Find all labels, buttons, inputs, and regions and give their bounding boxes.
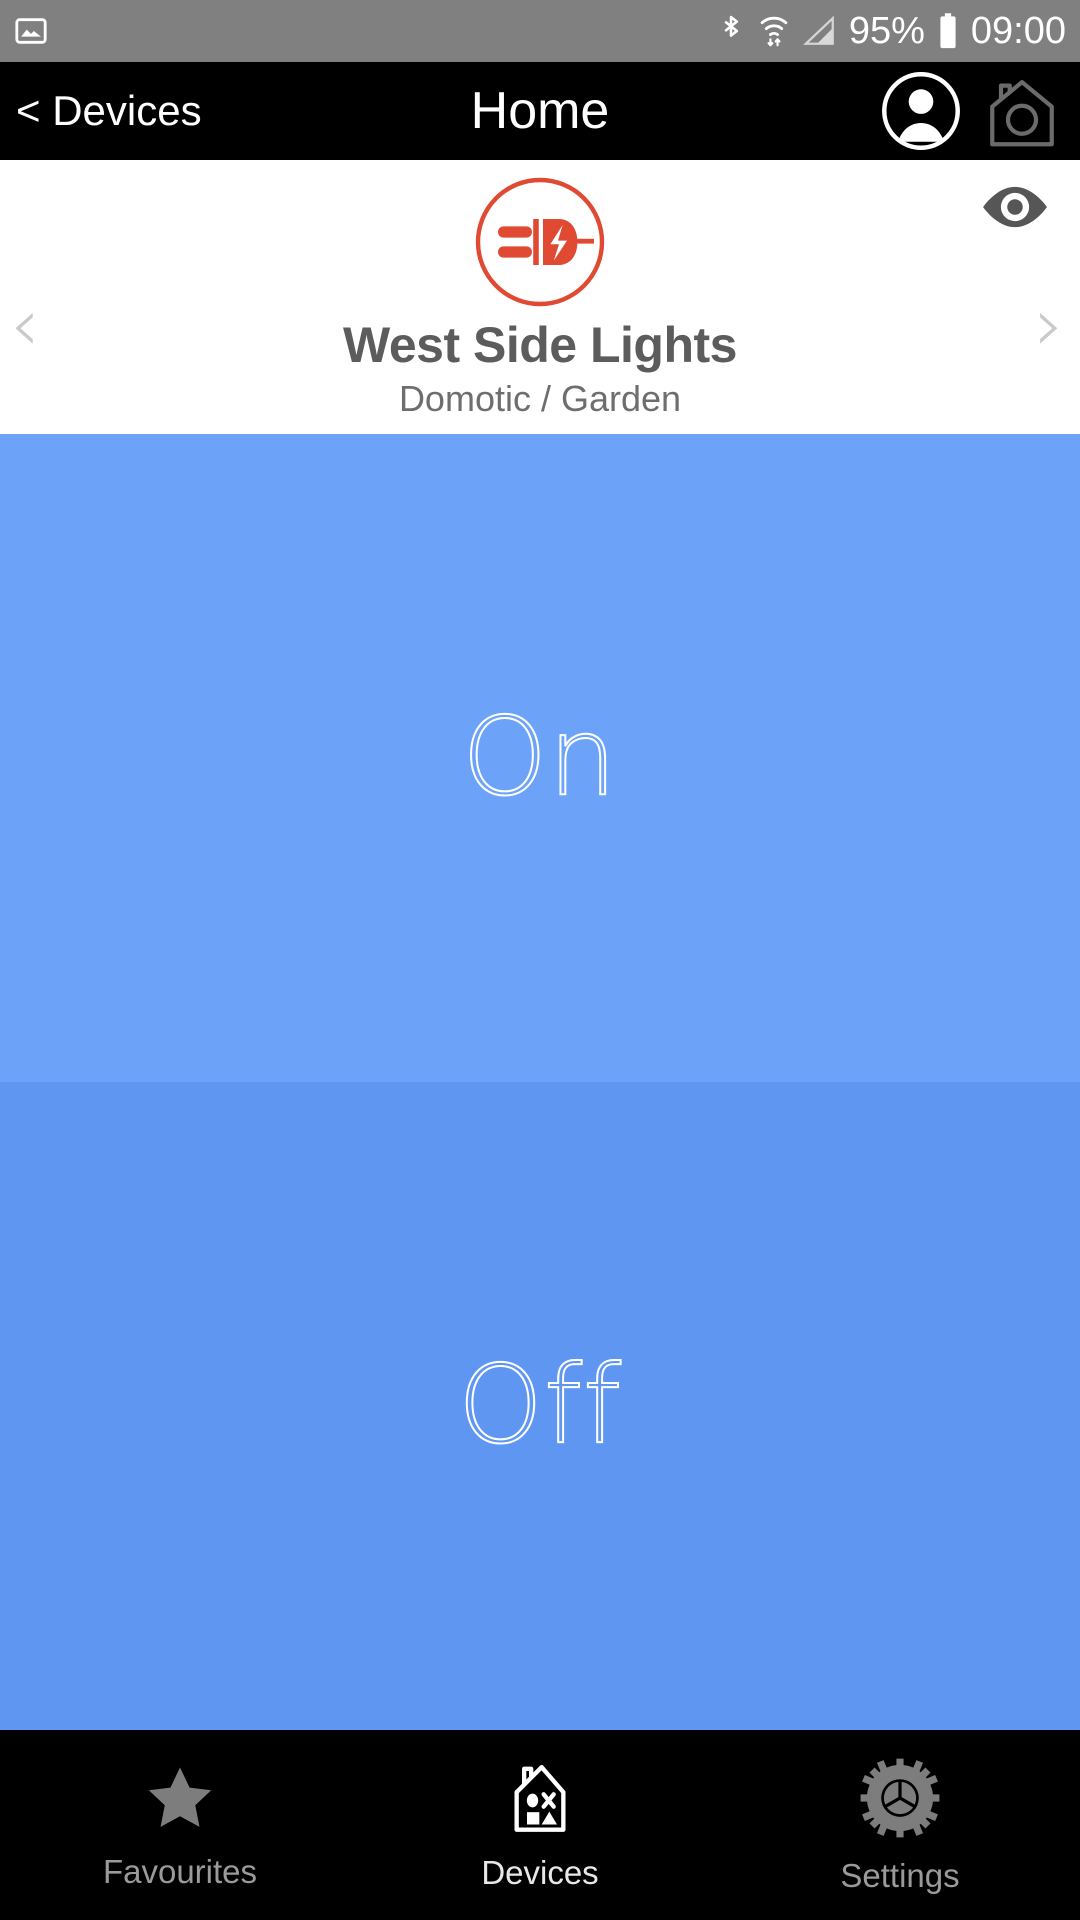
state-off-label: Off	[457, 1343, 623, 1468]
house-devices-icon	[500, 1758, 580, 1838]
status-bar-clock: 09:00	[970, 9, 1066, 52]
eye-icon[interactable]	[978, 182, 1052, 232]
bluetooth-icon	[717, 12, 745, 50]
navigation-bar-actions	[880, 69, 1064, 153]
device-header: ‹ › West Side Lights Domotic / Garden	[0, 160, 1080, 434]
battery-percent-label: 95%	[848, 9, 925, 52]
device-location: Domotic / Garden	[398, 378, 682, 419]
next-device-button[interactable]: ›	[1034, 288, 1064, 362]
back-button[interactable]: < Devices	[16, 87, 202, 135]
status-bar-right: 95% 09:00	[717, 10, 1066, 53]
device-state-panels: On Off	[0, 434, 1080, 1730]
tab-favourites[interactable]: Favourites	[0, 1730, 360, 1920]
screenshot-icon	[14, 14, 48, 48]
tab-settings[interactable]: Settings	[720, 1730, 1080, 1920]
status-bar-left	[14, 14, 48, 48]
app-root: 95% 09:00 < Devices Home ‹ › West Side L…	[0, 0, 1080, 1920]
gear-icon	[857, 1755, 943, 1841]
wifi-icon	[757, 12, 791, 50]
tab-favourites-label: Favourites	[102, 1853, 258, 1890]
tab-devices[interactable]: Devices	[360, 1730, 720, 1920]
state-on-label: On	[461, 695, 618, 820]
device-name: West Side Lights	[343, 317, 737, 373]
status-bar: 95% 09:00	[0, 0, 1080, 62]
state-on-button[interactable]: On	[0, 434, 1080, 1082]
cellular-signal-icon	[802, 14, 837, 48]
previous-device-button[interactable]: ‹	[10, 288, 40, 362]
bottom-tab-bar: Favourites Devices Settings	[0, 1730, 1080, 1920]
state-off-button[interactable]: Off	[0, 1082, 1080, 1730]
battery-icon	[937, 12, 959, 50]
navigation-bar: < Devices Home	[0, 62, 1080, 160]
house-camera-icon[interactable]	[980, 69, 1064, 153]
tab-settings-label: Settings	[840, 1857, 960, 1894]
power-plug-icon	[472, 174, 608, 310]
tab-devices-label: Devices	[481, 1854, 599, 1891]
user-avatar-icon[interactable]	[880, 70, 962, 152]
star-icon	[140, 1759, 220, 1837]
